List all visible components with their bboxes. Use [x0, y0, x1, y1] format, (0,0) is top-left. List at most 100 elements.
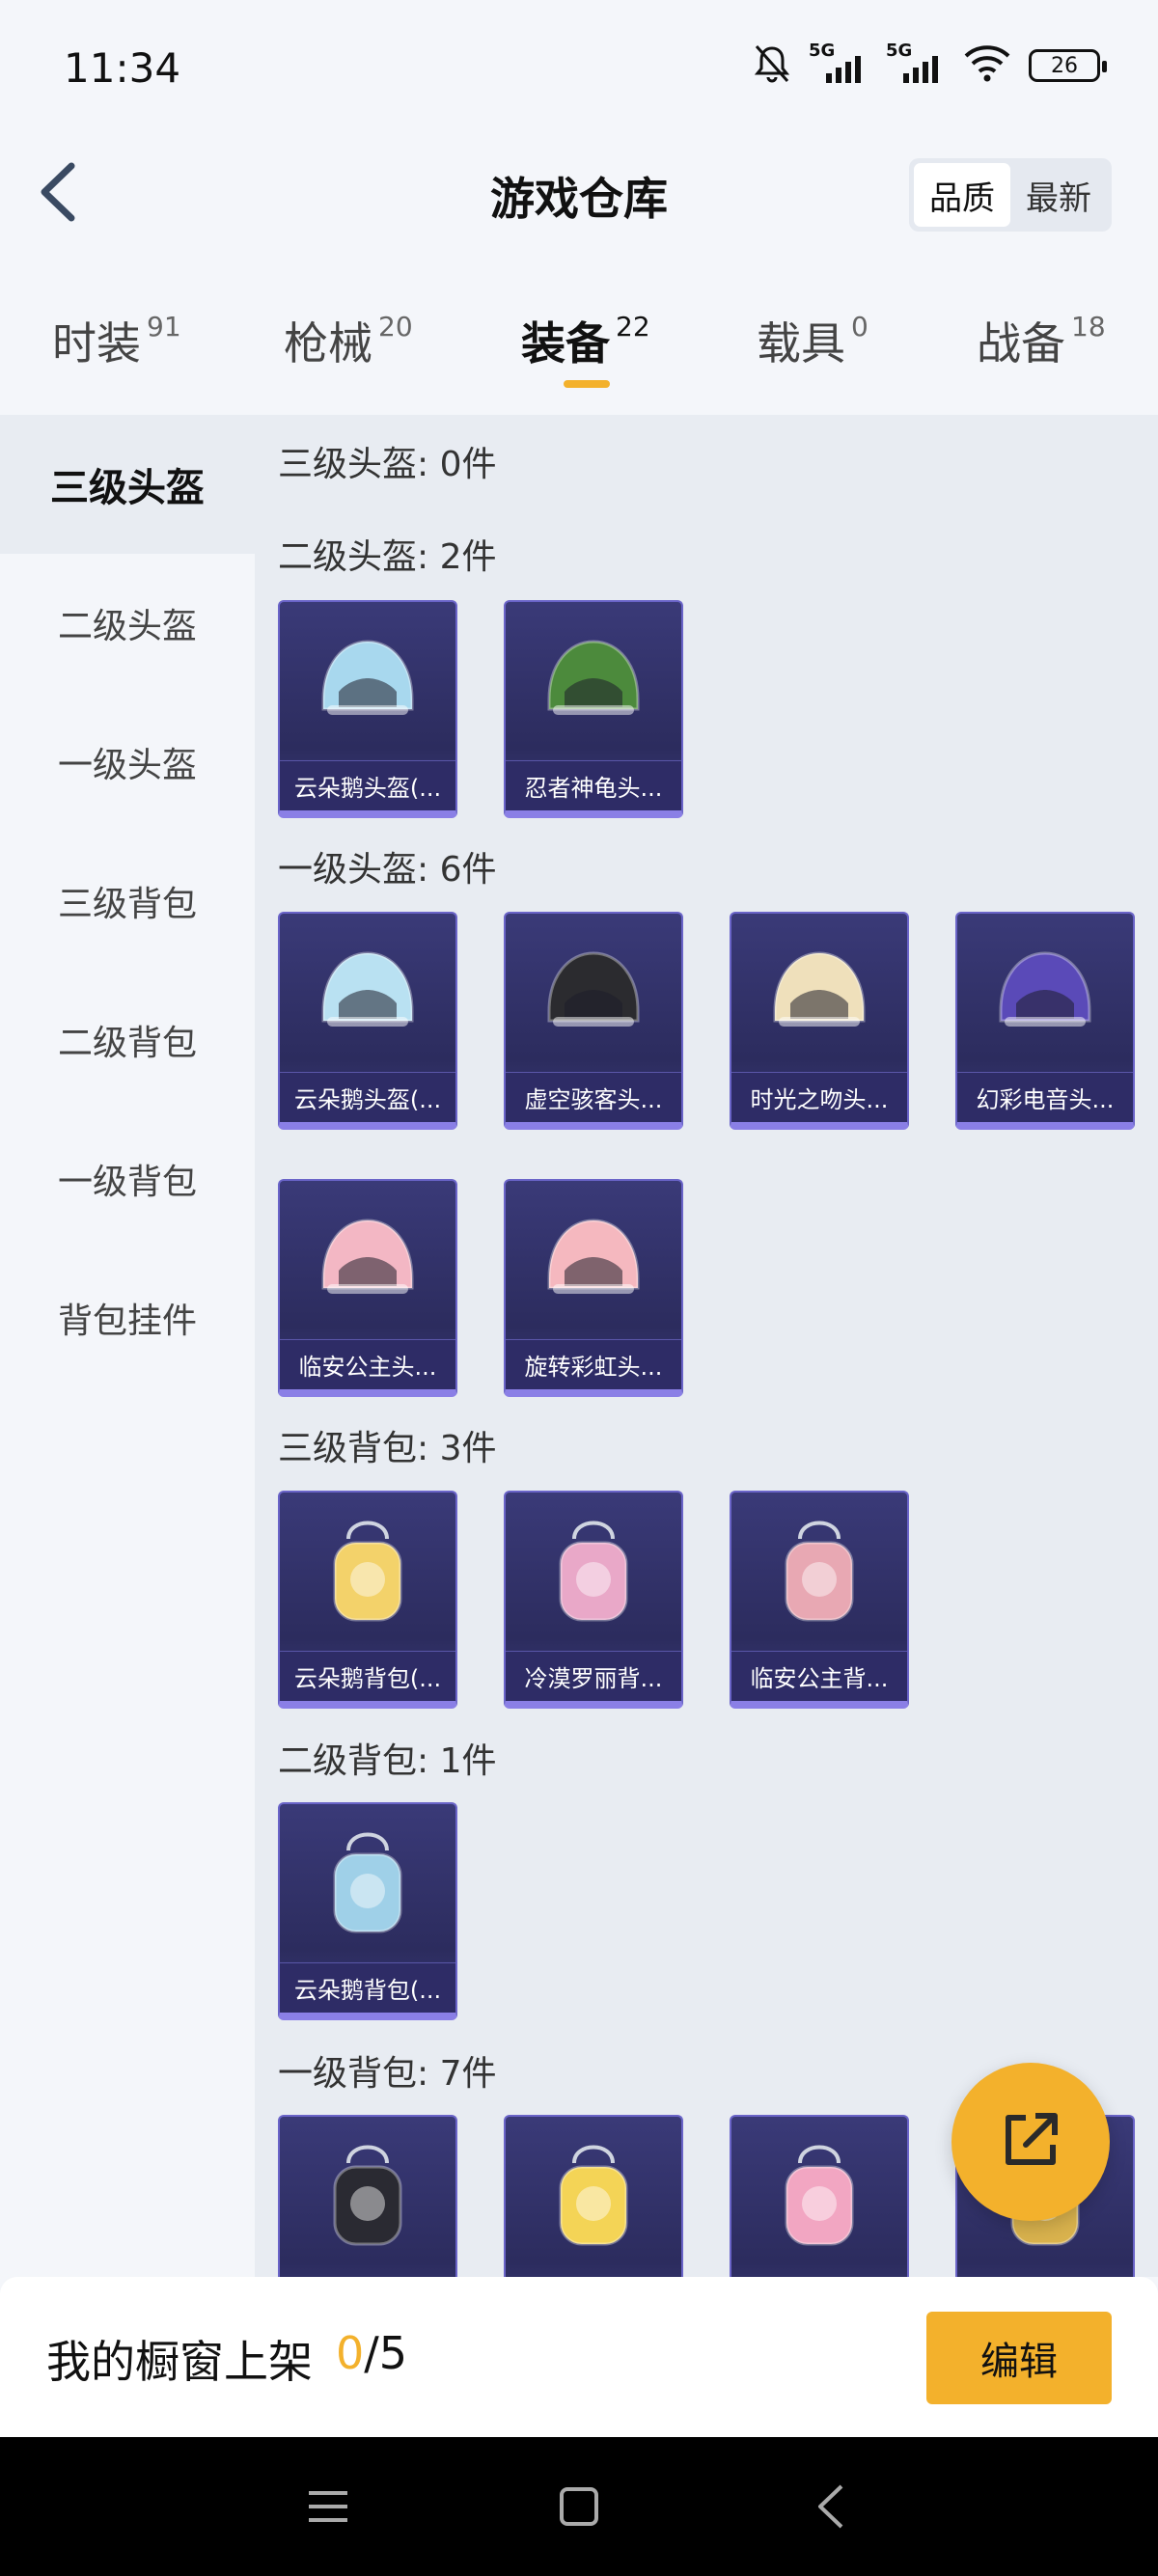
signal-1-icon: 5G	[809, 41, 868, 87]
tab-supplies[interactable]: 战备 18	[977, 309, 1106, 372]
sort-newest-option[interactable]: 最新	[1010, 163, 1107, 227]
active-tab-indicator	[564, 380, 610, 388]
item-card[interactable]: 云朵鹅背包(...	[278, 1802, 457, 2020]
item-card[interactable]: 旋转彩虹头...	[504, 1179, 683, 1397]
battery-level: 26	[1051, 53, 1078, 78]
signal-2-label: 5G	[886, 41, 913, 61]
item-card[interactable]	[504, 2115, 683, 2277]
tab-count: 22	[616, 311, 650, 343]
tab-vehicles[interactable]: 载具 0	[757, 309, 868, 372]
category-tabs: 时装 91 枪械 20 装备 22 载具 0 战备 18	[0, 289, 1158, 415]
helmet-time-kiss-icon	[731, 914, 907, 1074]
item-card[interactable]: 冷漠罗丽背...	[504, 1491, 683, 1709]
section-title: 三级头盔: 0件	[278, 445, 497, 484]
backpack-flower-icon	[506, 2117, 681, 2277]
tab-label: 战备	[977, 317, 1065, 370]
nav-home-button[interactable]	[550, 2480, 608, 2537]
tab-equipment[interactable]: 装备 22	[521, 309, 650, 372]
backpack-heart-icon	[506, 1493, 681, 1653]
tab-label: 装备	[521, 317, 610, 370]
tab-count: 0	[851, 311, 868, 343]
item-name: 忍者神龟头...	[506, 760, 681, 810]
signal-1-label: 5G	[809, 41, 836, 61]
sidebar-item-level2-helmet[interactable]: 二级头盔	[0, 554, 255, 693]
backpack-flower-icon	[731, 1493, 907, 1653]
item-card[interactable]: 虚空骇客头...	[504, 912, 683, 1130]
item-name: 云朵鹅背包(...	[280, 1962, 455, 2013]
item-name: 旋转彩虹头...	[506, 1339, 681, 1389]
status-bar: 11:34 5G 5G 26	[0, 0, 1158, 135]
section-title: 二级头盔: 2件	[278, 537, 497, 577]
showcase-label: 我的橱窗上架	[46, 2336, 313, 2388]
showcase-bar: 我的橱窗上架 0/5 编辑	[0, 2277, 1158, 2437]
share-fab-button[interactable]	[951, 2063, 1110, 2221]
item-name: 幻彩电音头...	[957, 1072, 1133, 1122]
backpack-cloud-goose-icon	[280, 1804, 455, 1964]
helmet-electro-icon	[957, 914, 1133, 1074]
item-card[interactable]	[278, 2115, 457, 2277]
helmet-void-hacker-icon	[506, 914, 681, 1074]
tab-count: 91	[147, 311, 181, 343]
sidebar-item-level3-helmet[interactable]: 三级头盔	[0, 415, 255, 554]
tab-label: 枪械	[284, 317, 372, 370]
sidebar-item-backpack-charm[interactable]: 背包挂件	[0, 1248, 255, 1387]
item-card[interactable]: 忍者神龟头...	[504, 600, 683, 818]
sidebar-item-level3-backpack[interactable]: 三级背包	[0, 832, 255, 971]
battery-icon: 26	[1029, 49, 1107, 82]
sidebar-item-level1-helmet[interactable]: 一级头盔	[0, 693, 255, 832]
section-title: 三级背包: 3件	[278, 1429, 497, 1468]
sort-toggle: 品质 最新	[909, 158, 1112, 232]
back-arrow-icon	[813, 2482, 847, 2535]
item-name: 临安公主头...	[280, 1339, 455, 1389]
backpack-arcade-icon	[731, 2117, 907, 2277]
mute-bell-icon	[753, 42, 791, 89]
item-name: 虚空骇客头...	[506, 1072, 681, 1122]
helmet-cloud-goose-icon	[280, 602, 455, 762]
menu-icon	[307, 2487, 349, 2530]
item-name: 临安公主背...	[731, 1651, 907, 1701]
tab-weapons[interactable]: 枪械 20	[284, 309, 413, 372]
external-link-icon	[997, 2106, 1064, 2178]
tab-fashion[interactable]: 时装 91	[52, 309, 181, 372]
helmet-cloud-goose-icon	[280, 914, 455, 1074]
item-name: 云朵鹅背包(...	[280, 1651, 455, 1701]
item-card[interactable]: 临安公主头...	[278, 1179, 457, 1397]
edit-button[interactable]: 编辑	[926, 2312, 1112, 2404]
nav-menu-button[interactable]	[299, 2480, 357, 2537]
sidebar: 三级头盔 二级头盔 一级头盔 三级背包 二级背包 一级背包 背包挂件	[0, 415, 255, 2277]
tab-count: 20	[378, 311, 413, 343]
item-card[interactable]	[730, 2115, 909, 2277]
item-card[interactable]: 云朵鹅头盔(...	[278, 600, 457, 818]
item-grid-area[interactable]: 三级头盔: 0件 二级头盔: 2件 一级头盔: 6件 三级背包: 3件 二级背包…	[255, 415, 1158, 2277]
helmet-ninja-turtle-icon	[506, 602, 681, 762]
section-title: 一级头盔: 6件	[278, 850, 497, 890]
tab-label: 时装	[52, 317, 141, 370]
item-card[interactable]: 时光之吻头...	[730, 912, 909, 1130]
item-name: 云朵鹅头盔(...	[280, 760, 455, 810]
helmet-linan-princess-icon	[280, 1181, 455, 1341]
item-card[interactable]: 云朵鹅头盔(...	[278, 912, 457, 1130]
home-square-icon	[558, 2485, 600, 2532]
item-card[interactable]: 云朵鹅背包(...	[278, 1491, 457, 1709]
showcase-used: 0	[336, 2327, 365, 2379]
header: 游戏仓库 品质 最新	[0, 135, 1158, 251]
item-name: 冷漠罗丽背...	[506, 1651, 681, 1701]
tab-label: 载具	[757, 317, 845, 370]
section-title: 二级背包: 1件	[278, 1741, 497, 1781]
system-nav-bar	[0, 2437, 1158, 2576]
item-card[interactable]: 临安公主背...	[730, 1491, 909, 1709]
wifi-icon	[963, 44, 1011, 87]
item-card[interactable]: 幻彩电音头...	[955, 912, 1135, 1130]
item-name: 云朵鹅头盔(...	[280, 1072, 455, 1122]
item-name: 时光之吻头...	[731, 1072, 907, 1122]
section-title: 一级背包: 7件	[278, 2054, 497, 2094]
sidebar-item-level2-backpack[interactable]: 二级背包	[0, 971, 255, 1110]
sort-quality-option[interactable]: 品质	[914, 163, 1010, 227]
nav-back-button[interactable]	[801, 2480, 859, 2537]
showcase-total: /5	[364, 2327, 408, 2379]
status-time: 11:34	[64, 44, 181, 92]
showcase-count: 0/5	[336, 2327, 407, 2379]
signal-2-icon: 5G	[886, 41, 946, 87]
backpack-dark-icon	[280, 2117, 455, 2277]
sidebar-item-level1-backpack[interactable]: 一级背包	[0, 1110, 255, 1248]
